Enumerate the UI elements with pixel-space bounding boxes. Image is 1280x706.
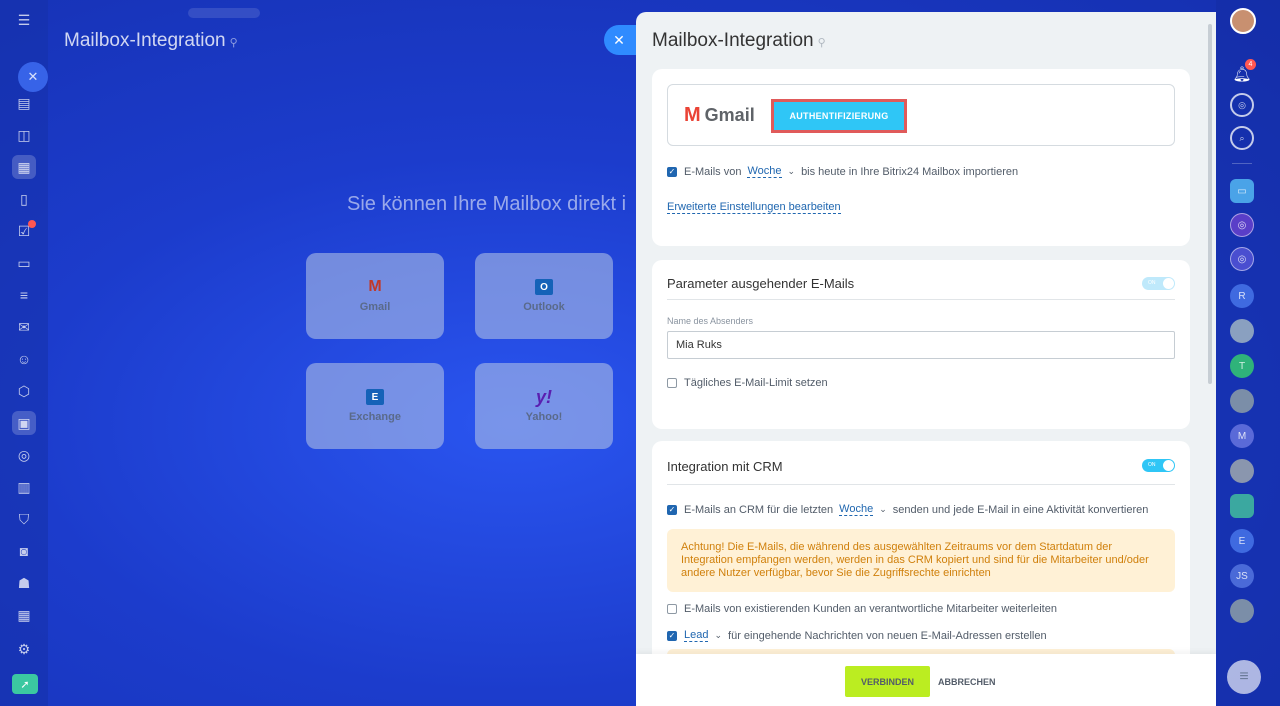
- goals-icon[interactable]: ◎: [12, 443, 36, 467]
- slider-close-button[interactable]: ✕: [604, 25, 640, 55]
- avatar-r[interactable]: R: [1230, 284, 1254, 308]
- panel-footer: VERBINDEN ABBRECHEN: [636, 654, 1216, 706]
- sender-name-label: Name des Absenders: [667, 316, 754, 326]
- avatar-photo-1[interactable]: [1230, 319, 1254, 343]
- chevron-down-icon[interactable]: ⌄: [788, 166, 796, 177]
- import-period-select[interactable]: Woche: [747, 165, 782, 178]
- gmail-settings-card: M Gmail AUTHENTIFIZIERUNG ✓ E-Mails von …: [652, 69, 1190, 246]
- forward-checkbox[interactable]: [667, 604, 677, 614]
- chat-icon[interactable]: ◫: [12, 123, 36, 147]
- authenticate-button[interactable]: AUTHENTIFIZIERUNG: [771, 99, 907, 133]
- avatar-js[interactable]: JS: [1230, 564, 1254, 588]
- pin-icon[interactable]: ⚲: [818, 37, 826, 49]
- avatar-photo-2[interactable]: [1230, 389, 1254, 413]
- pin-icon[interactable]: ⚲: [230, 37, 238, 49]
- hamburger-menu-icon[interactable]: ≡: [1227, 660, 1261, 694]
- channel-icon[interactable]: ◎: [1230, 213, 1254, 237]
- automation-icon[interactable]: ⬡: [12, 379, 36, 403]
- gmail-logo: M Gmail: [684, 104, 755, 126]
- gmail-icon: M: [684, 104, 701, 126]
- menu-icon[interactable]: ☰: [12, 8, 36, 32]
- yahoo-icon: y!: [535, 386, 552, 407]
- cancel-button[interactable]: ABBRECHEN: [938, 666, 996, 697]
- store-icon[interactable]: ◙: [12, 539, 36, 563]
- close-icon[interactable]: ✕: [18, 62, 48, 92]
- connect-button[interactable]: VERBINDEN: [845, 666, 930, 697]
- avatar-photo-3[interactable]: [1230, 459, 1254, 483]
- tasks-badge: [28, 220, 36, 228]
- chat-group-icon[interactable]: ▭: [1230, 179, 1254, 203]
- outgoing-mail-card: Parameter ausgehender E-Mails ON Name de…: [652, 260, 1190, 429]
- chevron-down-icon[interactable]: ⌄: [879, 504, 887, 515]
- outlook-icon: O: [535, 279, 553, 295]
- daily-limit-checkbox[interactable]: [667, 378, 677, 388]
- lead-type-select[interactable]: Lead: [684, 629, 709, 642]
- tile-exchange[interactable]: E Exchange: [306, 363, 444, 449]
- avatar-m[interactable]: M: [1230, 424, 1254, 448]
- inventory-icon[interactable]: ▦: [12, 603, 36, 627]
- avatar-t[interactable]: T: [1230, 354, 1254, 378]
- left-sidebar: ☰ ✕ ▤ ◫ ▦ ▯ ☑ ▭ ≡ ✉ ☺ ⬡ ▣ ◎ ▥ ⛉ ◙ ☗ ▦ ⚙ …: [0, 0, 48, 706]
- exchange-icon: E: [366, 389, 384, 405]
- lead-row: ✓ Lead ⌄ für eingehende Nachrichten von …: [667, 629, 1047, 642]
- import-row: ✓ E-Mails von Woche ⌄ bis heute in Ihre …: [667, 165, 1019, 178]
- scrollbar[interactable]: [1208, 24, 1212, 384]
- panel-title: Mailbox-Integration ⚲: [652, 30, 826, 51]
- sites-icon[interactable]: ▣: [12, 411, 36, 435]
- user-avatar[interactable]: [1230, 8, 1256, 34]
- crm-card-title: Integration mit CRM: [667, 459, 783, 474]
- advanced-settings-link[interactable]: Erweiterte Einstellungen bearbeiten: [667, 201, 841, 214]
- crm-send-checkbox[interactable]: ✓: [667, 504, 677, 515]
- contacts-icon[interactable]: ☺: [12, 347, 36, 371]
- crm-period-select[interactable]: Woche: [839, 503, 874, 516]
- tile-outlook[interactable]: O Outlook: [475, 253, 613, 339]
- pulse-icon[interactable]: ◎: [1230, 93, 1254, 117]
- avatar-e[interactable]: E: [1230, 529, 1254, 553]
- crm-toggle[interactable]: ON: [1142, 459, 1175, 472]
- avatar-photo-4[interactable]: [1230, 599, 1254, 623]
- shop-icon[interactable]: ⛉: [12, 507, 36, 531]
- outgoing-toggle[interactable]: ON: [1142, 277, 1175, 290]
- search-chat-icon[interactable]: ⌕: [1230, 126, 1254, 150]
- crm-integration-card: Integration mit CRM ON ✓ E-Mails an CRM …: [652, 441, 1190, 681]
- feed-icon[interactable]: ▤: [12, 91, 36, 115]
- right-sidebar-divider: [1232, 163, 1252, 164]
- outgoing-card-title: Parameter ausgehender E-Mails: [667, 276, 855, 291]
- daily-limit-row: Tägliches E-Mail-Limit setzen: [667, 377, 828, 389]
- import-checkbox[interactable]: ✓: [667, 166, 677, 177]
- channel-icon-2[interactable]: ◎: [1230, 247, 1254, 271]
- robot-icon[interactable]: ☗: [12, 571, 36, 595]
- documents-icon[interactable]: ▯: [12, 187, 36, 211]
- tile-gmail[interactable]: M Gmail: [306, 253, 444, 339]
- integration-slider-panel: Mailbox-Integration ⚲ M Gmail AUTHENTIFIZ…: [636, 12, 1216, 706]
- chevron-down-icon[interactable]: ⌄: [714, 630, 722, 641]
- gmail-icon: M: [368, 278, 382, 295]
- crm-icon[interactable]: ▭: [12, 251, 36, 275]
- crm-send-row: ✓ E-Mails an CRM für die letzten Woche ⌄…: [667, 503, 1149, 516]
- gmail-auth-box: M Gmail AUTHENTIFIZIERUNG: [667, 84, 1175, 146]
- sales-icon[interactable]: ≡: [12, 283, 36, 307]
- background-page-title: Mailbox-Integration ⚲: [64, 30, 238, 51]
- calendar-icon[interactable]: ▦: [12, 155, 36, 179]
- mail-icon[interactable]: ✉: [12, 315, 36, 339]
- background-search-bar: [188, 8, 260, 18]
- lead-checkbox[interactable]: ✓: [667, 630, 677, 641]
- forward-row: E-Mails von existierenden Kunden an vera…: [667, 603, 1057, 615]
- rocket-icon[interactable]: ➚: [12, 674, 38, 694]
- settings-icon[interactable]: ⚙: [12, 637, 36, 661]
- analytics-icon[interactable]: ▥: [12, 475, 36, 499]
- avatar-group[interactable]: [1230, 494, 1254, 518]
- crm-warning: Achtung! Die E-Mails, die während des au…: [667, 529, 1175, 592]
- notifications-badge: 4: [1245, 59, 1256, 70]
- tile-yahoo[interactable]: y! Yahoo!: [475, 363, 613, 449]
- background-heading: Sie können Ihre Mailbox direkt i: [347, 193, 627, 215]
- sender-name-input[interactable]: Mia Ruks: [667, 331, 1175, 359]
